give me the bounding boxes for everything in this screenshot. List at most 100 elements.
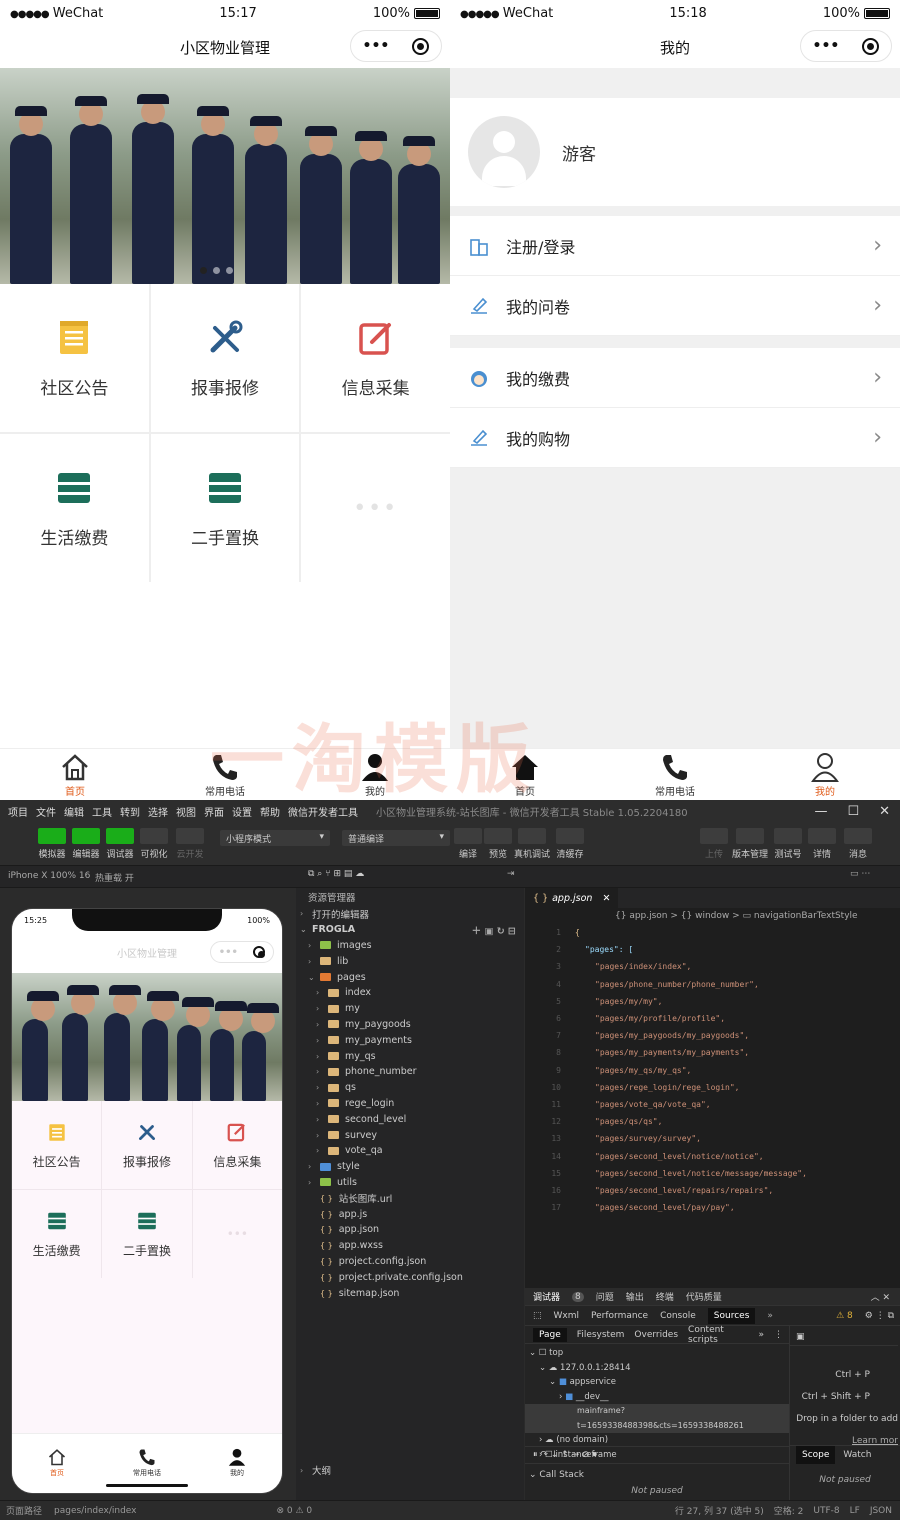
language-mode[interactable]: JSON: [870, 1506, 892, 1516]
code-line[interactable]: "pages/qs/qs",: [595, 1117, 662, 1126]
version-button[interactable]: 版本管理: [732, 828, 768, 860]
sim-grid-info[interactable]: 信息采集: [192, 1101, 282, 1189]
file-item[interactable]: { } app.js: [296, 1206, 524, 1222]
file-item[interactable]: { } project.private.config.json: [296, 1269, 524, 1285]
code-line[interactable]: "pages/my_payments/my_payments",: [595, 1048, 749, 1057]
close-miniprogram-icon[interactable]: [412, 37, 430, 55]
warning-count[interactable]: ⚠ 8: [836, 1311, 853, 1321]
grid-item-info[interactable]: 信息采集: [301, 284, 450, 432]
tree-appservice[interactable]: ⌄ ■ appservice: [525, 1375, 789, 1390]
folder-item[interactable]: › survey: [296, 1127, 524, 1143]
menu-item[interactable]: 项目: [8, 804, 28, 819]
menu-item[interactable]: 选择: [148, 804, 168, 819]
subtab[interactable]: Filesystem: [577, 1330, 625, 1340]
folder-item[interactable]: › utils: [296, 1175, 524, 1191]
panel-tab[interactable]: Wxml: [554, 1311, 580, 1321]
outline-section[interactable]: › 大纲: [296, 1462, 331, 1478]
folder-item[interactable]: › my_paygoods: [296, 1017, 524, 1033]
debug-tab[interactable]: 输出: [626, 1290, 644, 1303]
test-account-button[interactable]: 测试号: [774, 828, 802, 860]
settings-icon[interactable]: ⚙ ⋮ ⧉: [865, 1311, 900, 1321]
debug-tab[interactable]: 代码质量: [686, 1290, 722, 1303]
sim-grid-more[interactable]: •••: [192, 1190, 282, 1278]
menu-item[interactable]: 微信开发者工具: [288, 804, 358, 819]
code-line[interactable]: "pages/rege_login/rege_login",: [595, 1083, 740, 1092]
file-item[interactable]: { } project.config.json: [296, 1254, 524, 1270]
hotreload-toggle[interactable]: 热重载 开: [95, 871, 134, 884]
minimize-icon[interactable]: —: [814, 804, 827, 819]
menu-item[interactable]: 文件: [36, 804, 56, 819]
navigator-toggle-icon[interactable]: ▣: [790, 1326, 898, 1346]
more-icon[interactable]: •••: [363, 38, 390, 54]
menu-item[interactable]: 帮助: [260, 804, 280, 819]
debug-tab[interactable]: 终端: [656, 1290, 674, 1303]
cloud-toggle[interactable]: 云开发: [176, 828, 204, 860]
menu-my-shopping[interactable]: 我的购物 ›: [450, 408, 900, 468]
menu-register-login[interactable]: 注册/登录 ›: [450, 216, 900, 276]
folder-item[interactable]: › index: [296, 985, 524, 1001]
sim-grid-payment[interactable]: 生活缴费: [12, 1190, 102, 1278]
capsule-menu[interactable]: •••: [350, 30, 442, 62]
code-line[interactable]: "pages/second_level/notice/notice",: [595, 1152, 764, 1161]
folder-item[interactable]: › style: [296, 1159, 524, 1175]
tree-top[interactable]: ⌄ ☐ top: [525, 1346, 789, 1361]
page-path[interactable]: pages/index/index: [54, 1506, 136, 1516]
mode-select[interactable]: 小程序模式 ▾: [220, 830, 330, 846]
debug-tab[interactable]: 调试器: [533, 1290, 560, 1303]
explorer-icons[interactable]: ⧉ ⌕ ⑂ ⊞ ▤ ☁: [308, 869, 364, 879]
code-line[interactable]: "pages/survey/survey",: [595, 1134, 701, 1143]
menu-item[interactable]: 编辑: [64, 804, 84, 819]
upload-button[interactable]: 上传: [700, 828, 728, 860]
folder-item[interactable]: › lib: [296, 953, 524, 969]
cursor-position[interactable]: 行 27, 列 37 (选中 5): [675, 1504, 764, 1517]
code-line[interactable]: {: [575, 928, 580, 937]
maximize-icon[interactable]: ☐: [847, 804, 859, 819]
menu-item[interactable]: 转到: [120, 804, 140, 819]
call-stack-header[interactable]: ⌄ Call Stack: [529, 1470, 584, 1480]
remote-debug-button[interactable]: 真机调试: [514, 828, 550, 860]
panel-tab[interactable]: Console: [660, 1311, 696, 1321]
sim-tab-mine[interactable]: 我的: [192, 1434, 282, 1493]
grid-item-exchange[interactable]: 二手置换: [150, 434, 300, 582]
grid-item-notice[interactable]: 社区公告: [0, 284, 149, 432]
panel-tab[interactable]: Performance: [591, 1311, 648, 1321]
problem-counter[interactable]: ⊗ 0 ⚠ 0: [277, 1506, 313, 1516]
scope-tab[interactable]: Scope: [796, 1446, 836, 1464]
capsule-menu[interactable]: •••: [800, 30, 892, 62]
code-line[interactable]: "pages": [: [585, 945, 633, 954]
code-line[interactable]: "pages/vote_qa/vote_qa",: [595, 1100, 711, 1109]
folder-item[interactable]: › rege_login: [296, 1096, 524, 1112]
close-miniprogram-icon[interactable]: [862, 37, 880, 55]
subtab[interactable]: Content scripts: [688, 1325, 748, 1345]
panel-tab-active[interactable]: Sources: [707, 1307, 756, 1324]
tab-home[interactable]: 首页: [0, 749, 150, 800]
tab-mine[interactable]: 我的: [750, 749, 900, 800]
user-card[interactable]: 游客: [450, 98, 900, 206]
watch-tab[interactable]: Watch: [843, 1446, 871, 1464]
tab-phone[interactable]: 常用电话: [150, 749, 300, 800]
grid-item-repair[interactable]: 报事报修: [150, 284, 300, 432]
menu-item[interactable]: 视图: [176, 804, 196, 819]
tree-host[interactable]: ⌄ ☁ 127.0.0.1:28414: [525, 1361, 789, 1376]
tab-home[interactable]: 首页: [450, 749, 600, 800]
grid-item-more[interactable]: •••: [301, 434, 450, 582]
code-line[interactable]: "pages/second_level/repairs/repairs",: [595, 1186, 773, 1195]
sim-banner[interactable]: [12, 973, 282, 1101]
tab-phone[interactable]: 常用电话: [600, 749, 750, 800]
device-select[interactable]: iPhone X 100% 16: [8, 871, 90, 881]
folder-item[interactable]: ⌄ pages: [296, 969, 524, 985]
menu-my-survey[interactable]: 我的问卷 ›: [450, 276, 900, 336]
file-item[interactable]: { } app.json: [296, 1222, 524, 1238]
debug-tab[interactable]: 问题: [596, 1290, 614, 1303]
messages-button[interactable]: 消息: [844, 828, 872, 860]
folder-item[interactable]: › my: [296, 1001, 524, 1017]
folder-item[interactable]: › vote_qa: [296, 1143, 524, 1159]
tab-mine[interactable]: 我的: [300, 749, 450, 800]
line-ending[interactable]: LF: [850, 1506, 860, 1516]
visual-toggle[interactable]: 可视化: [140, 828, 168, 860]
clear-cache-button[interactable]: 清缓存: [556, 828, 584, 860]
compile-select[interactable]: 普通编译 ▾: [342, 830, 450, 846]
subtab-page[interactable]: Page: [533, 1327, 567, 1342]
project-root[interactable]: ⌄ FROGLA ＋ ▣ ↻ ⊟: [296, 922, 524, 938]
folder-item[interactable]: › phone_number: [296, 1064, 524, 1080]
